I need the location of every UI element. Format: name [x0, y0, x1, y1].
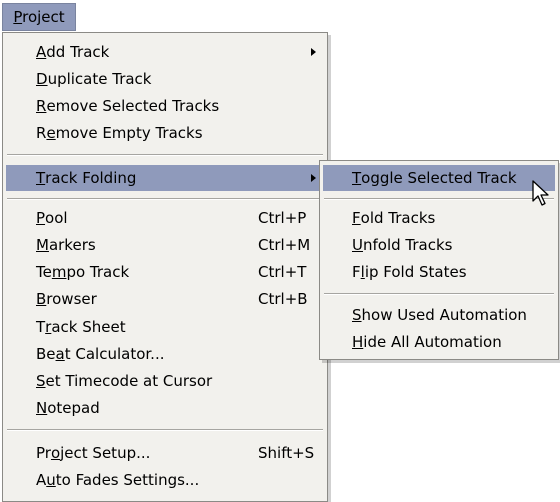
menu-item-flip-fold-states[interactable]: Fl ip Fold States [323, 259, 555, 285]
menu-item-track-folding[interactable]: Track Folding [6, 165, 324, 191]
menu-item-notepad[interactable]: Notepad [6, 395, 324, 421]
menu-item-toggle-selected-track[interactable]: Toggle Selected Track [323, 165, 555, 191]
mouse-pointer-icon [532, 180, 549, 206]
menu-item-set-timecode-at-cursor[interactable]: Set Timecode at Cursor [6, 368, 324, 394]
menu-item-pool[interactable]: Pool Ctrl+P [6, 205, 324, 231]
submenu-arrow-icon [311, 48, 316, 56]
menu-separator [324, 198, 554, 200]
menu-project[interactable]: Project [2, 3, 76, 31]
menu-item-remove-selected-tracks[interactable]: Remove Selected Tracks [6, 93, 324, 119]
menu-bar: Project [0, 0, 560, 34]
menu-item-tempo-track[interactable]: Te m po Track Ctrl+T [6, 259, 324, 285]
shortcut-label: Shift+S [258, 444, 315, 462]
menu-item-unfold-tracks[interactable]: Unfold Tracks [323, 232, 555, 258]
menu-item-hide-all-automation[interactable]: Hide All Automation [323, 329, 555, 355]
menu-item-remove-empty-tracks[interactable]: Re move Empty Tracks [6, 120, 324, 146]
menu-item-auto-fades-settings[interactable]: Au to Fades Settings... [6, 467, 324, 493]
menu-item-duplicate-track[interactable]: Duplicate Track [6, 66, 324, 92]
menu-item-browser[interactable]: Browser Ctrl+B [6, 286, 324, 312]
menu-separator [7, 198, 323, 200]
menu-item-project-setup[interactable]: Pr o ject Setup... Shift+S [6, 440, 324, 466]
menu-item-add-track[interactable]: Add Track [6, 39, 324, 65]
shortcut-label: Ctrl+P [258, 209, 307, 227]
shortcut-label: Ctrl+B [258, 290, 308, 308]
menu-project-label: Project [13, 8, 65, 26]
menu-separator [7, 429, 323, 431]
menu-item-show-used-automation[interactable]: Show Used Automation [323, 302, 555, 328]
submenu-arrow-icon [311, 174, 316, 182]
menu-item-fold-tracks[interactable]: Fold Tracks [323, 205, 555, 231]
project-menu: Add Track Duplicate Track Remove Selecte… [2, 32, 328, 502]
menu-item-track-sheet[interactable]: Tr ack Sheet [6, 314, 324, 340]
menu-separator [7, 154, 323, 156]
shortcut-label: Ctrl+M [258, 236, 311, 254]
shortcut-label: Ctrl+T [258, 263, 307, 281]
track-folding-submenu: Toggle Selected Track Fold Tracks Unfold… [319, 160, 559, 360]
menu-separator [324, 293, 554, 295]
menu-item-markers[interactable]: Markers Ctrl+M [6, 232, 324, 258]
menu-item-beat-calculator[interactable]: Be a t Calculator... [6, 341, 324, 367]
